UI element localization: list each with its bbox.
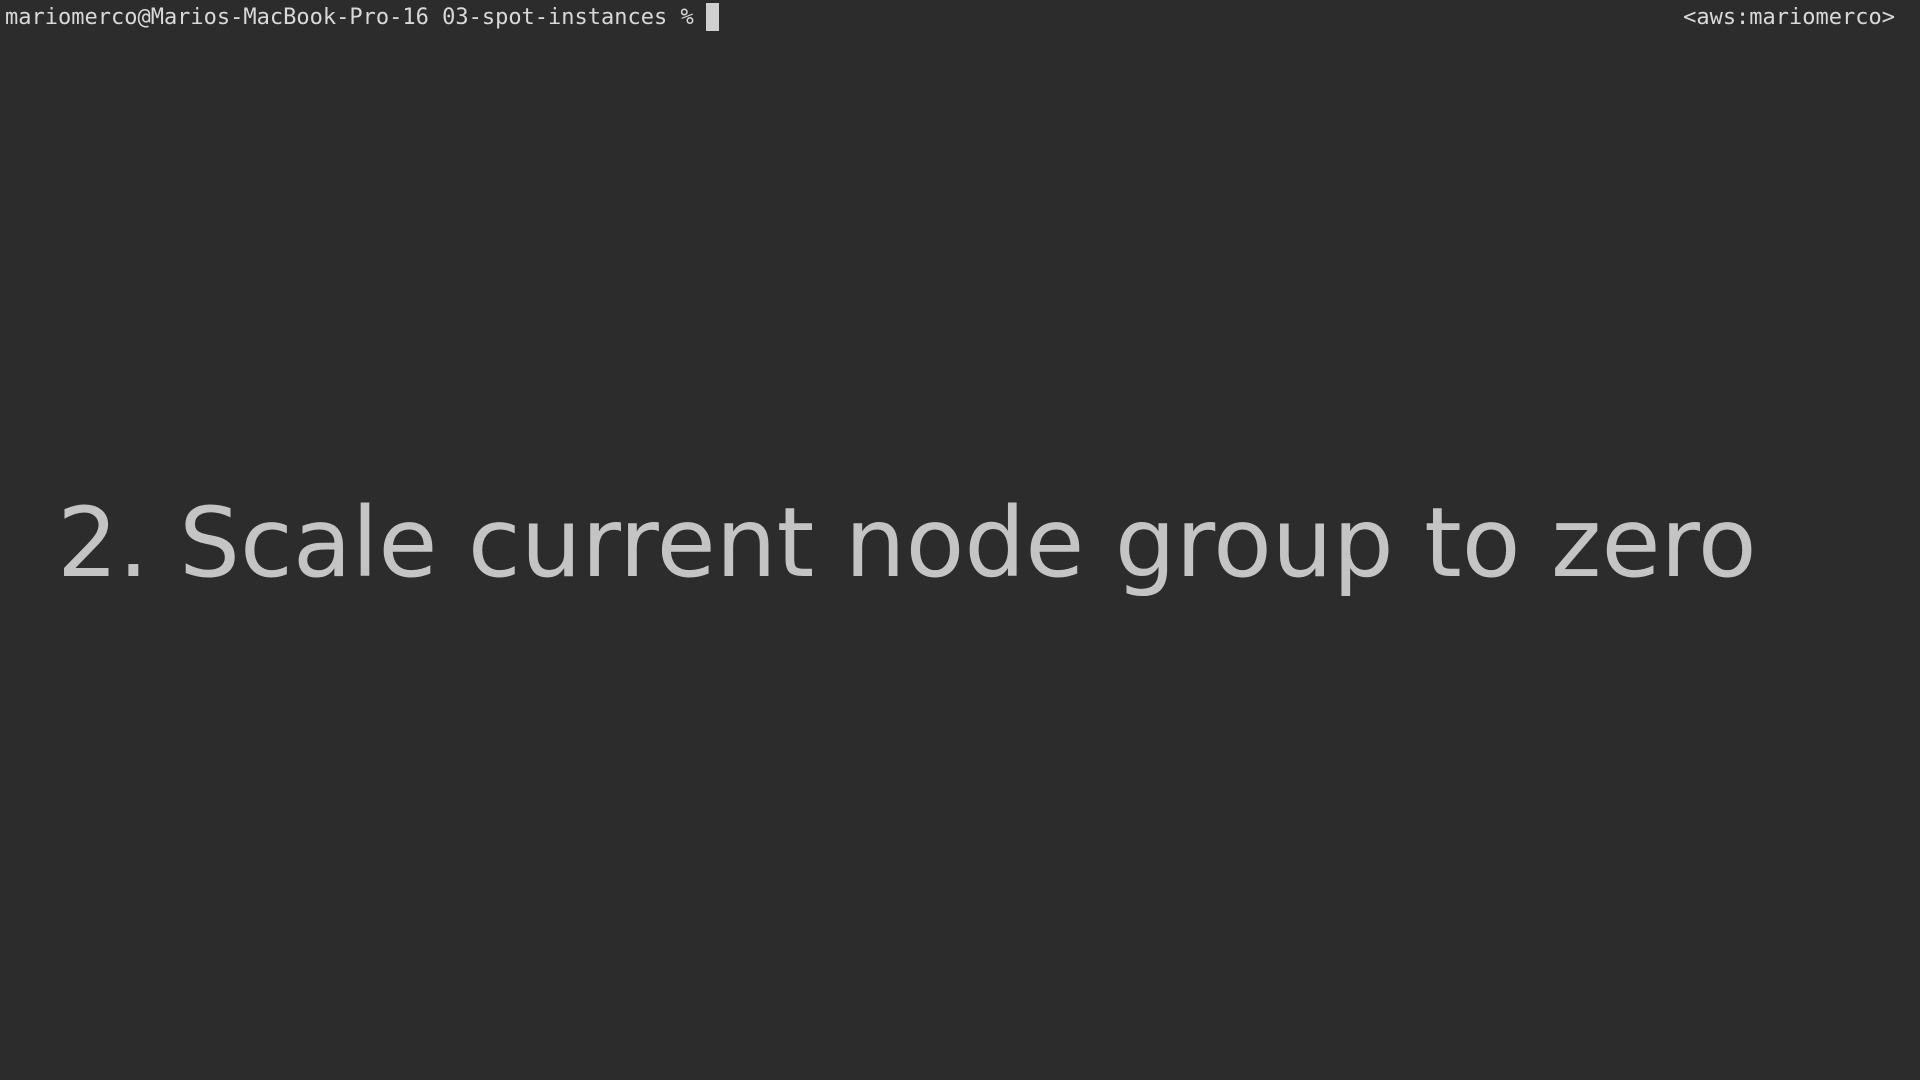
terminal-window[interactable]: mariomerco@Marios-MacBook-Pro-16 03-spot… (0, 0, 1920, 1080)
command-prompt[interactable]: mariomerco@Marios-MacBook-Pro-16 03-spot… (5, 0, 719, 34)
prompt-text: mariomerco@Marios-MacBook-Pro-16 03-spot… (5, 4, 694, 30)
block-cursor-icon (705, 3, 719, 31)
step-title: 2. Scale current node group to zero (57, 487, 1757, 599)
aws-profile-indicator: <aws:mariomerco> (1683, 4, 1895, 30)
